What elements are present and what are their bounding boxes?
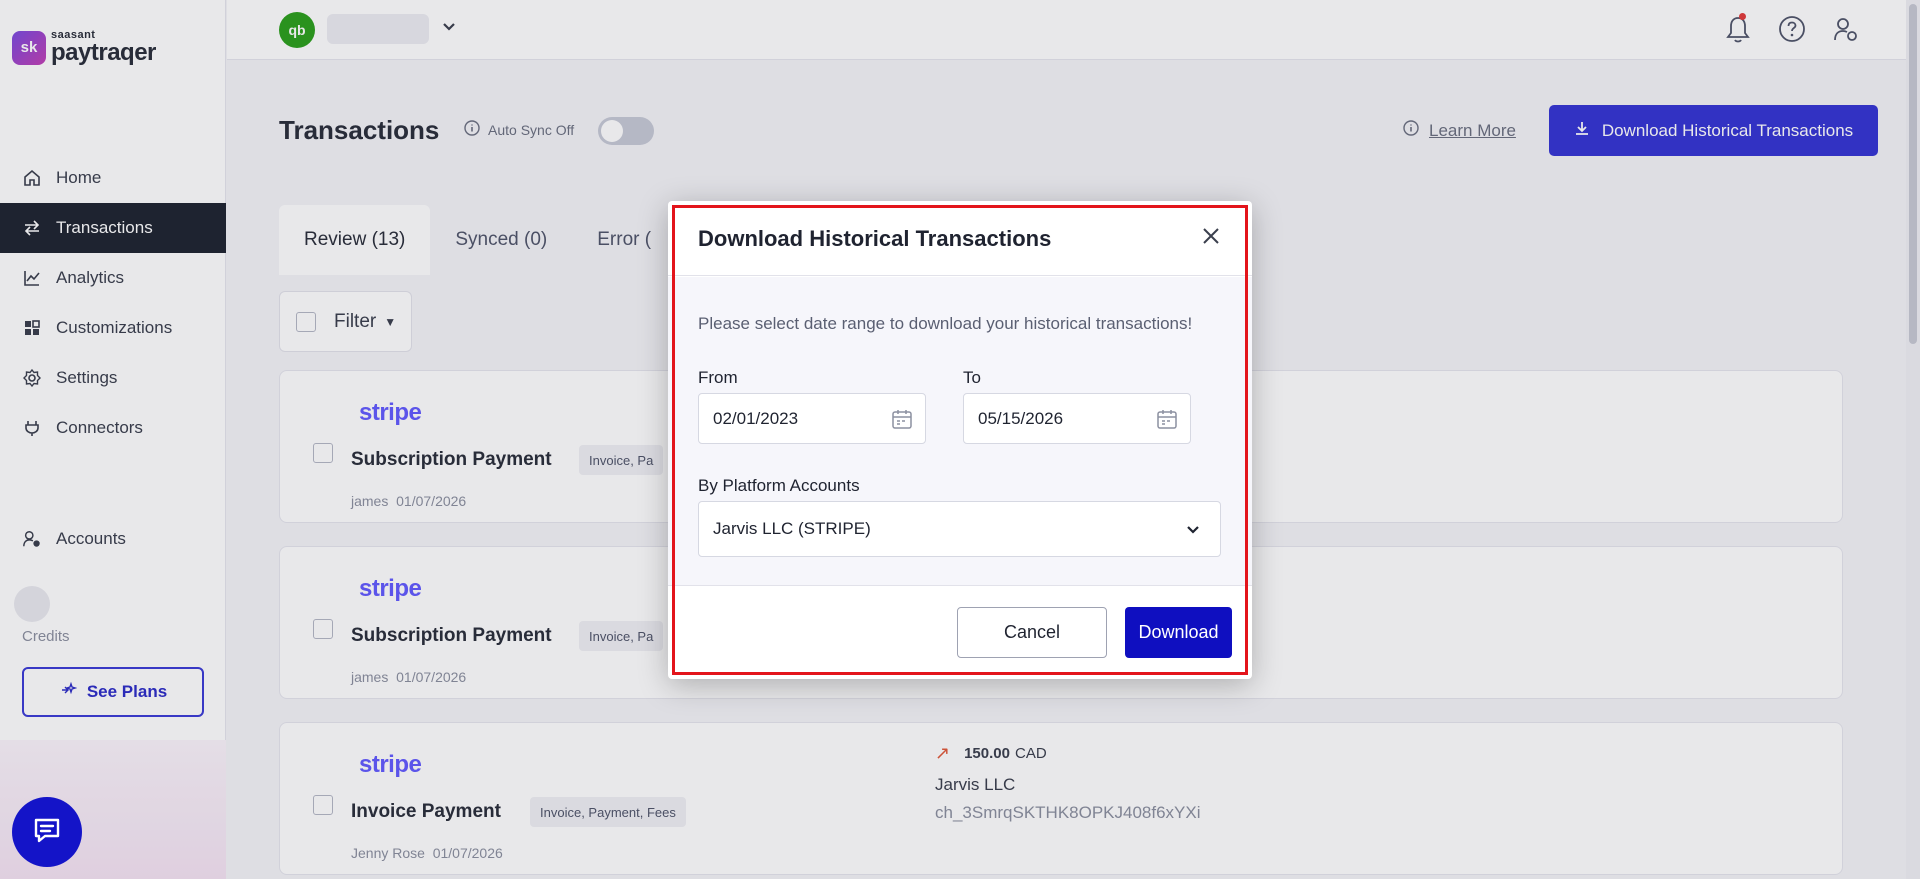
modal-header: Download Historical Transactions <box>668 201 1252 276</box>
platform-accounts-label: By Platform Accounts <box>698 476 860 495</box>
chat-support-button[interactable] <box>12 797 82 867</box>
platform-account-value: Jarvis LLC (STRIPE) <box>713 519 871 538</box>
to-date-field[interactable]: 05/15/2026 <box>963 393 1191 444</box>
calendar-icon[interactable] <box>891 408 913 435</box>
modal-body: Please select date range to download you… <box>668 277 1252 586</box>
modal-title: Download Historical Transactions <box>698 226 1052 251</box>
cancel-button[interactable]: Cancel <box>957 607 1107 658</box>
chat-icon <box>31 814 63 851</box>
from-date-value: 02/01/2023 <box>713 408 799 428</box>
modal-description: Please select date range to download you… <box>698 314 1193 333</box>
calendar-icon[interactable] <box>1156 408 1178 435</box>
platform-account-select[interactable]: Jarvis LLC (STRIPE) <box>698 501 1221 557</box>
download-button[interactable]: Download <box>1125 607 1232 658</box>
to-date-value: 05/15/2026 <box>978 408 1064 428</box>
from-date-field[interactable]: 02/01/2023 <box>698 393 926 444</box>
to-label: To <box>963 368 981 387</box>
from-label: From <box>698 368 738 387</box>
chevron-down-icon <box>1184 520 1202 543</box>
download-historical-modal: Download Historical Transactions Please … <box>668 201 1252 679</box>
close-icon[interactable] <box>1198 223 1224 249</box>
